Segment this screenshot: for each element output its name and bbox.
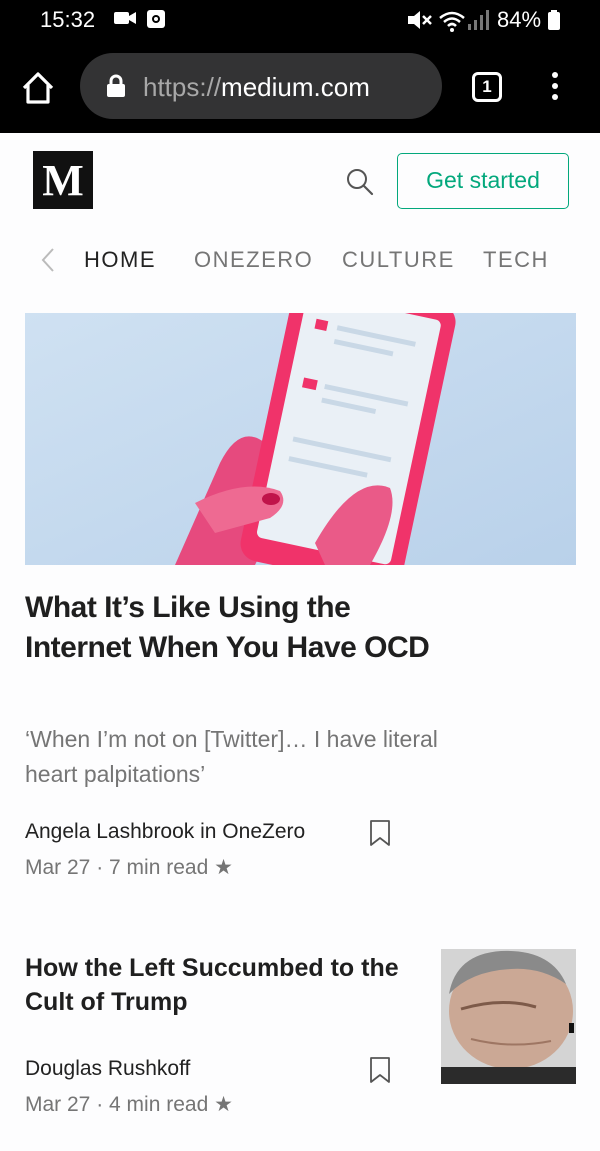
chevron-left-icon[interactable] bbox=[40, 246, 56, 279]
article-author[interactable]: Douglas Rushkoff bbox=[25, 1057, 190, 1081]
article-author[interactable]: Angela Lashbrook in OneZero bbox=[25, 820, 305, 844]
tab-switcher-button[interactable]: 1 bbox=[472, 72, 502, 102]
article-subtitle[interactable]: ‘When I’m not on [Twitter]… I have liter… bbox=[25, 722, 455, 792]
bookmark-icon[interactable] bbox=[369, 1056, 391, 1089]
article-meta: Mar 27 · 4 min read ★ bbox=[25, 1092, 233, 1117]
article-thumbnail[interactable] bbox=[441, 949, 576, 1084]
site-header: M Get started bbox=[0, 133, 600, 228]
nav-item-tech[interactable]: TECH bbox=[483, 247, 549, 273]
battery-icon bbox=[548, 10, 560, 35]
status-time: 15:32 bbox=[40, 7, 96, 32]
mute-icon bbox=[408, 10, 432, 35]
bookmark-icon[interactable] bbox=[369, 819, 391, 852]
separator-dot: · bbox=[96, 1093, 110, 1116]
home-icon[interactable] bbox=[18, 68, 58, 108]
separator-dot: · bbox=[96, 856, 110, 879]
screen-record-icon bbox=[147, 10, 165, 33]
video-icon bbox=[114, 10, 136, 31]
url-scheme: https:// bbox=[143, 72, 222, 102]
article-title[interactable]: How the Left Succumbed to the Cult of Tr… bbox=[25, 951, 425, 1019]
article-read-time: 7 min read bbox=[109, 856, 209, 879]
article-title[interactable]: What It’s Like Using the Internet When Y… bbox=[25, 588, 445, 668]
signal-icon bbox=[468, 10, 490, 35]
overflow-menu-icon[interactable] bbox=[548, 72, 562, 104]
article-date: Mar 27 bbox=[25, 1093, 91, 1116]
get-started-button[interactable]: Get started bbox=[397, 153, 569, 209]
star-icon: ★ bbox=[214, 856, 233, 879]
battery-percentage: 84% bbox=[497, 7, 542, 32]
search-icon[interactable] bbox=[345, 167, 375, 202]
address-bar[interactable]: https://medium.com bbox=[80, 53, 442, 119]
article-meta: Mar 27 · 7 min read ★ bbox=[25, 855, 233, 880]
browser-toolbar: https://medium.com 1 bbox=[0, 40, 600, 133]
nav-item-home[interactable]: HOME bbox=[84, 247, 156, 273]
topic-navigation: HOME ONEZERO CULTURE TECH bbox=[0, 236, 600, 282]
nav-item-onezero[interactable]: ONEZERO bbox=[194, 247, 313, 273]
article-date: Mar 27 bbox=[25, 856, 91, 879]
star-icon: ★ bbox=[214, 1093, 233, 1116]
article-read-time: 4 min read bbox=[109, 1093, 209, 1116]
nav-item-culture[interactable]: CULTURE bbox=[342, 247, 455, 273]
status-bar: 15:32 84% bbox=[0, 0, 600, 40]
url-host: medium.com bbox=[221, 72, 370, 102]
article-hero-image[interactable] bbox=[25, 313, 576, 565]
url-text: https://medium.com bbox=[143, 72, 370, 103]
wifi-icon bbox=[438, 10, 466, 37]
medium-logo[interactable]: M bbox=[33, 151, 93, 209]
lock-icon bbox=[106, 74, 126, 103]
